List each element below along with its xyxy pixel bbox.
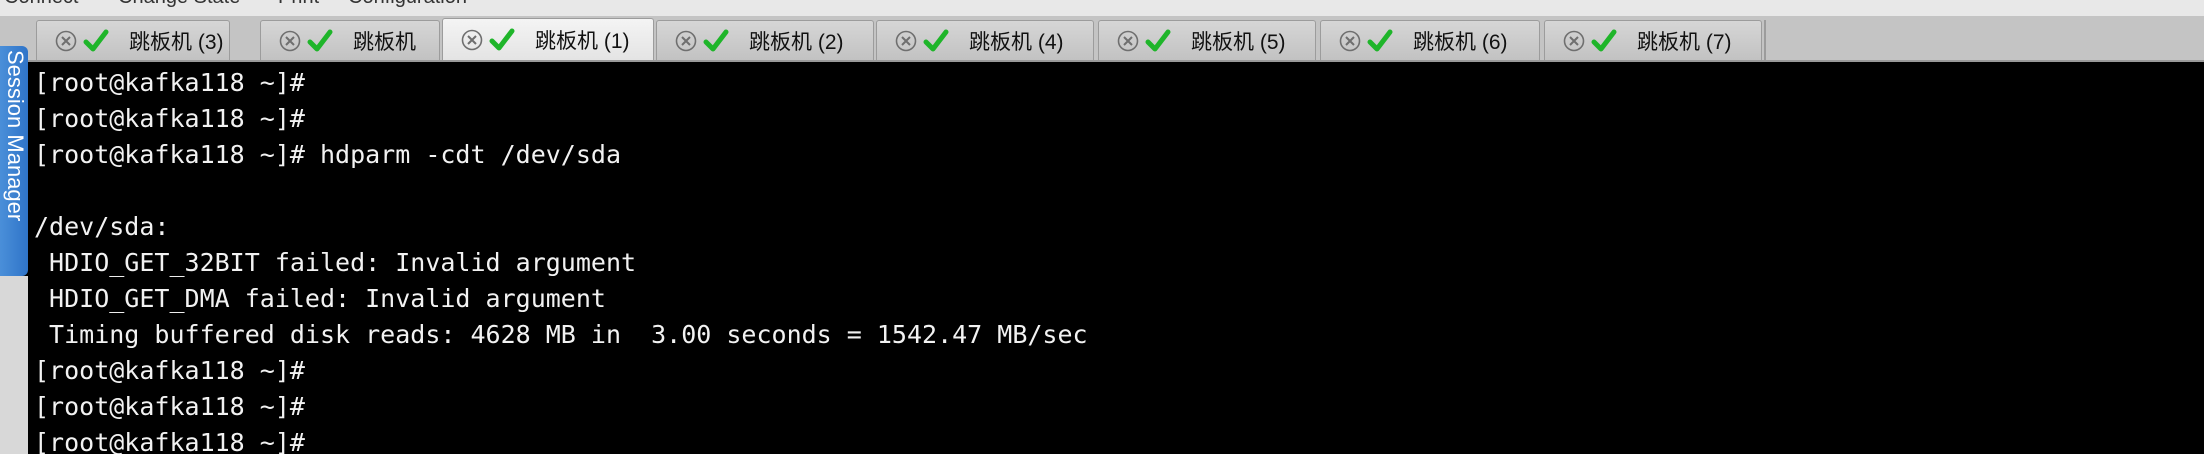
- tab-jump-host-2[interactable]: 跳板机 (2): [656, 20, 874, 60]
- close-tab-icon[interactable]: [1117, 30, 1139, 52]
- close-tab-icon[interactable]: [279, 30, 301, 52]
- terminal-prompt-line: [root@kafka118 ~]#: [34, 428, 305, 454]
- tab-label: 跳板机 (6): [1413, 30, 1508, 54]
- close-tab-icon[interactable]: [895, 30, 917, 52]
- close-tab-icon[interactable]: [675, 30, 697, 52]
- menu-change-state[interactable]: Change State: [118, 0, 240, 9]
- close-tab-icon[interactable]: [55, 30, 77, 52]
- terminal-line: HDIO_GET_DMA failed: Invalid argument: [34, 284, 606, 313]
- terminal-line: [root@kafka118 ~]#: [34, 392, 305, 421]
- tab-jump-host-3[interactable]: 跳板机 (3): [36, 20, 230, 60]
- tab-label: 跳板机 (1): [535, 29, 630, 53]
- tab-label: 跳板机 (2): [749, 30, 844, 54]
- terminal-line: [root@kafka118 ~]#: [34, 356, 305, 385]
- terminal-line: [root@kafka118 ~]#: [34, 68, 305, 97]
- terminal-line: [root@kafka118 ~]# hdparm -cdt /dev/sda: [34, 140, 621, 169]
- terminal-line: /dev/sda:: [34, 212, 170, 241]
- terminal-app-window: Connect Change State Print Configuration…: [0, 0, 2204, 454]
- tab-label: 跳板机: [353, 30, 416, 54]
- menu-connect[interactable]: Connect: [4, 0, 79, 9]
- tab-jump-host-5[interactable]: 跳板机 (5): [1098, 20, 1316, 60]
- checkmark-icon: [923, 29, 949, 51]
- tab-jump-host-1[interactable]: 跳板机 (1): [442, 18, 654, 60]
- tab-jump-host-4[interactable]: 跳板机 (4): [876, 20, 1094, 60]
- checkmark-icon: [489, 28, 515, 50]
- checkmark-icon: [307, 29, 333, 51]
- session-tab-bar: 跳板机 (3) 跳板机 跳板机 (1) 跳板机 (2) 跳板机 (4) 跳板机 …: [0, 16, 2204, 62]
- close-tab-icon[interactable]: [461, 29, 483, 51]
- tab-label: 跳板机 (5): [1191, 30, 1286, 54]
- close-tab-icon[interactable]: [1563, 30, 1585, 52]
- session-manager-label: Session Manager: [3, 50, 28, 222]
- tab-jump-host[interactable]: 跳板机: [260, 20, 440, 60]
- terminal-output[interactable]: [root@kafka118 ~]# [root@kafka118 ~]# [r…: [34, 62, 2204, 454]
- tab-label: 跳板机 (3): [129, 30, 224, 54]
- checkmark-icon: [1145, 29, 1171, 51]
- terminal-line: HDIO_GET_32BIT failed: Invalid argument: [34, 248, 637, 277]
- tab-bar-divider: [1764, 20, 1766, 60]
- tab-jump-host-7[interactable]: 跳板机 (7): [1544, 20, 1762, 60]
- close-tab-icon[interactable]: [1339, 30, 1361, 52]
- tab-jump-host-6[interactable]: 跳板机 (6): [1320, 20, 1540, 60]
- session-manager-toggle[interactable]: Session Manager: [0, 46, 28, 276]
- side-gutter: [0, 276, 28, 454]
- terminal-line: [root@kafka118 ~]#: [34, 104, 305, 133]
- menu-configuration[interactable]: Configuration: [348, 0, 467, 9]
- tab-label: 跳板机 (7): [1637, 30, 1732, 54]
- tab-label: 跳板机 (4): [969, 30, 1064, 54]
- checkmark-icon: [1367, 29, 1393, 51]
- checkmark-icon: [703, 29, 729, 51]
- checkmark-icon: [1591, 29, 1617, 51]
- menu-print[interactable]: Print: [278, 0, 319, 9]
- menu-bar: Connect Change State Print Configuration: [0, 0, 2204, 16]
- terminal-line: Timing buffered disk reads: 4628 MB in 3…: [34, 320, 1088, 349]
- checkmark-icon: [83, 29, 109, 51]
